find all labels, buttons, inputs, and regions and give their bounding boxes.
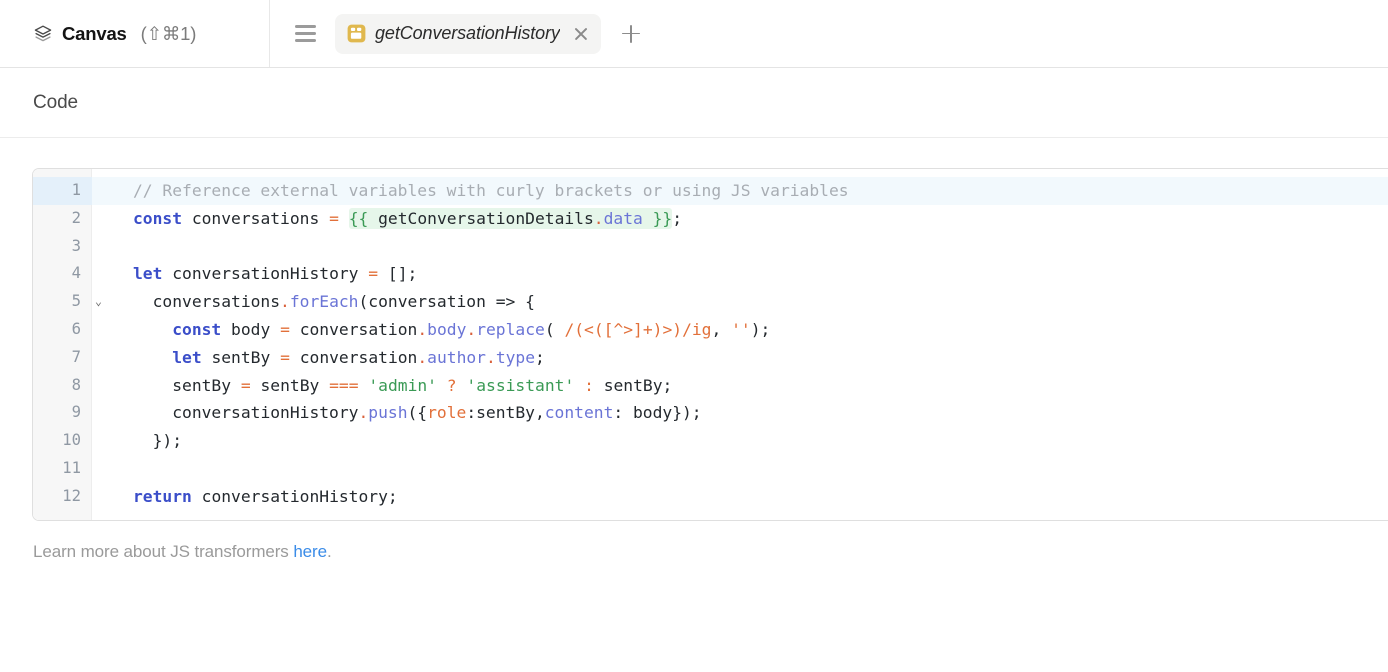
line-number: 2 bbox=[71, 208, 81, 227]
code-line-text: return conversationHistory; bbox=[133, 486, 398, 506]
canvas-button[interactable]: Canvas (⇧⌘1) bbox=[33, 23, 196, 45]
code-line[interactable]: 8 sentBy = sentBy === 'admin' ? 'assista… bbox=[33, 372, 1388, 400]
code-line-text: let sentBy = conversation.author.type; bbox=[172, 347, 545, 367]
line-number: 4 bbox=[71, 264, 81, 283]
code-editor-surface[interactable]: 1 // Reference external variables with cu… bbox=[33, 169, 1388, 520]
line-number: 10 bbox=[62, 431, 81, 450]
code-line[interactable]: 7 let sentBy = conversation.author.type; bbox=[33, 344, 1388, 372]
code-line[interactable]: 5 ⌄ conversations.forEach(conversation =>… bbox=[33, 288, 1388, 316]
code-line[interactable]: 11 bbox=[33, 455, 1388, 483]
section-header: Code bbox=[0, 68, 1388, 138]
line-number: 7 bbox=[71, 347, 81, 366]
tabs-zone: getConversationHistory bbox=[270, 0, 1388, 67]
footer-text-before: Learn more about JS transformers bbox=[33, 541, 294, 561]
body-area: 1 // Reference external variables with cu… bbox=[0, 168, 1388, 562]
footer-text-after: . bbox=[326, 541, 332, 561]
code-line-text: conversationHistory.push({role:sentBy,co… bbox=[172, 403, 702, 423]
code-line[interactable]: 12 return conversationHistory; bbox=[33, 483, 1388, 511]
code-editor[interactable]: 1 // Reference external variables with cu… bbox=[32, 168, 1388, 521]
tab-getconversationhistory[interactable]: getConversationHistory bbox=[335, 13, 601, 54]
top-bar: Canvas (⇧⌘1) getConversationHistory bbox=[0, 0, 1388, 68]
page-title: Code bbox=[33, 91, 79, 113]
code-line-text: }); bbox=[152, 431, 183, 451]
line-number: 8 bbox=[71, 375, 81, 394]
code-line[interactable]: 1 // Reference external variables with cu… bbox=[33, 177, 1388, 205]
plus-icon[interactable] bbox=[614, 17, 648, 51]
code-line-text: sentBy = sentBy === 'admin' ? 'assistant… bbox=[172, 375, 673, 395]
layers-icon bbox=[33, 24, 53, 44]
code-line[interactable]: 10 }); bbox=[33, 427, 1388, 455]
code-line[interactable]: 9 conversationHistory.push({role:sentBy,… bbox=[33, 399, 1388, 427]
code-line-text: let conversationHistory = []; bbox=[133, 264, 418, 284]
close-icon[interactable] bbox=[571, 24, 591, 44]
line-number: 1 bbox=[33, 177, 92, 205]
canvas-shortcut: (⇧⌘1) bbox=[140, 22, 197, 44]
line-number: 11 bbox=[62, 458, 81, 477]
line-number: 9 bbox=[71, 403, 81, 422]
line-number: 12 bbox=[62, 486, 81, 505]
code-line[interactable]: 4 let conversationHistory = []; bbox=[33, 260, 1388, 288]
js-transformers-link[interactable]: here bbox=[293, 542, 327, 561]
code-line-text: const body = conversation.body.replace( … bbox=[172, 319, 771, 339]
code-line-text: conversations.forEach(conversation => { bbox=[152, 292, 535, 312]
code-line[interactable]: 3 bbox=[33, 233, 1388, 261]
tab-title: getConversationHistory bbox=[375, 23, 560, 43]
line-number: 3 bbox=[71, 236, 81, 255]
hamburger-line bbox=[294, 25, 316, 28]
line-number: 6 bbox=[71, 319, 81, 338]
chevron-down-icon[interactable]: ⌄ bbox=[95, 288, 109, 316]
tool-block-icon bbox=[347, 24, 366, 43]
code-line[interactable]: 6 const body = conversation.body.replace… bbox=[33, 316, 1388, 344]
hamburger-menu-icon[interactable] bbox=[286, 15, 324, 53]
line-number: 5 bbox=[71, 292, 81, 311]
hamburger-line bbox=[294, 32, 316, 35]
canvas-zone: Canvas (⇧⌘1) bbox=[0, 0, 270, 67]
code-line-text: const conversations = {{ getConversation… bbox=[133, 207, 683, 229]
footer-note: Learn more about JS transformers here. bbox=[33, 542, 1388, 562]
hamburger-line bbox=[294, 39, 316, 42]
code-line-text: // Reference external variables with cur… bbox=[133, 181, 849, 200]
canvas-label: Canvas bbox=[62, 22, 127, 44]
code-line[interactable]: 2 const conversations = {{ getConversatio… bbox=[33, 205, 1388, 233]
